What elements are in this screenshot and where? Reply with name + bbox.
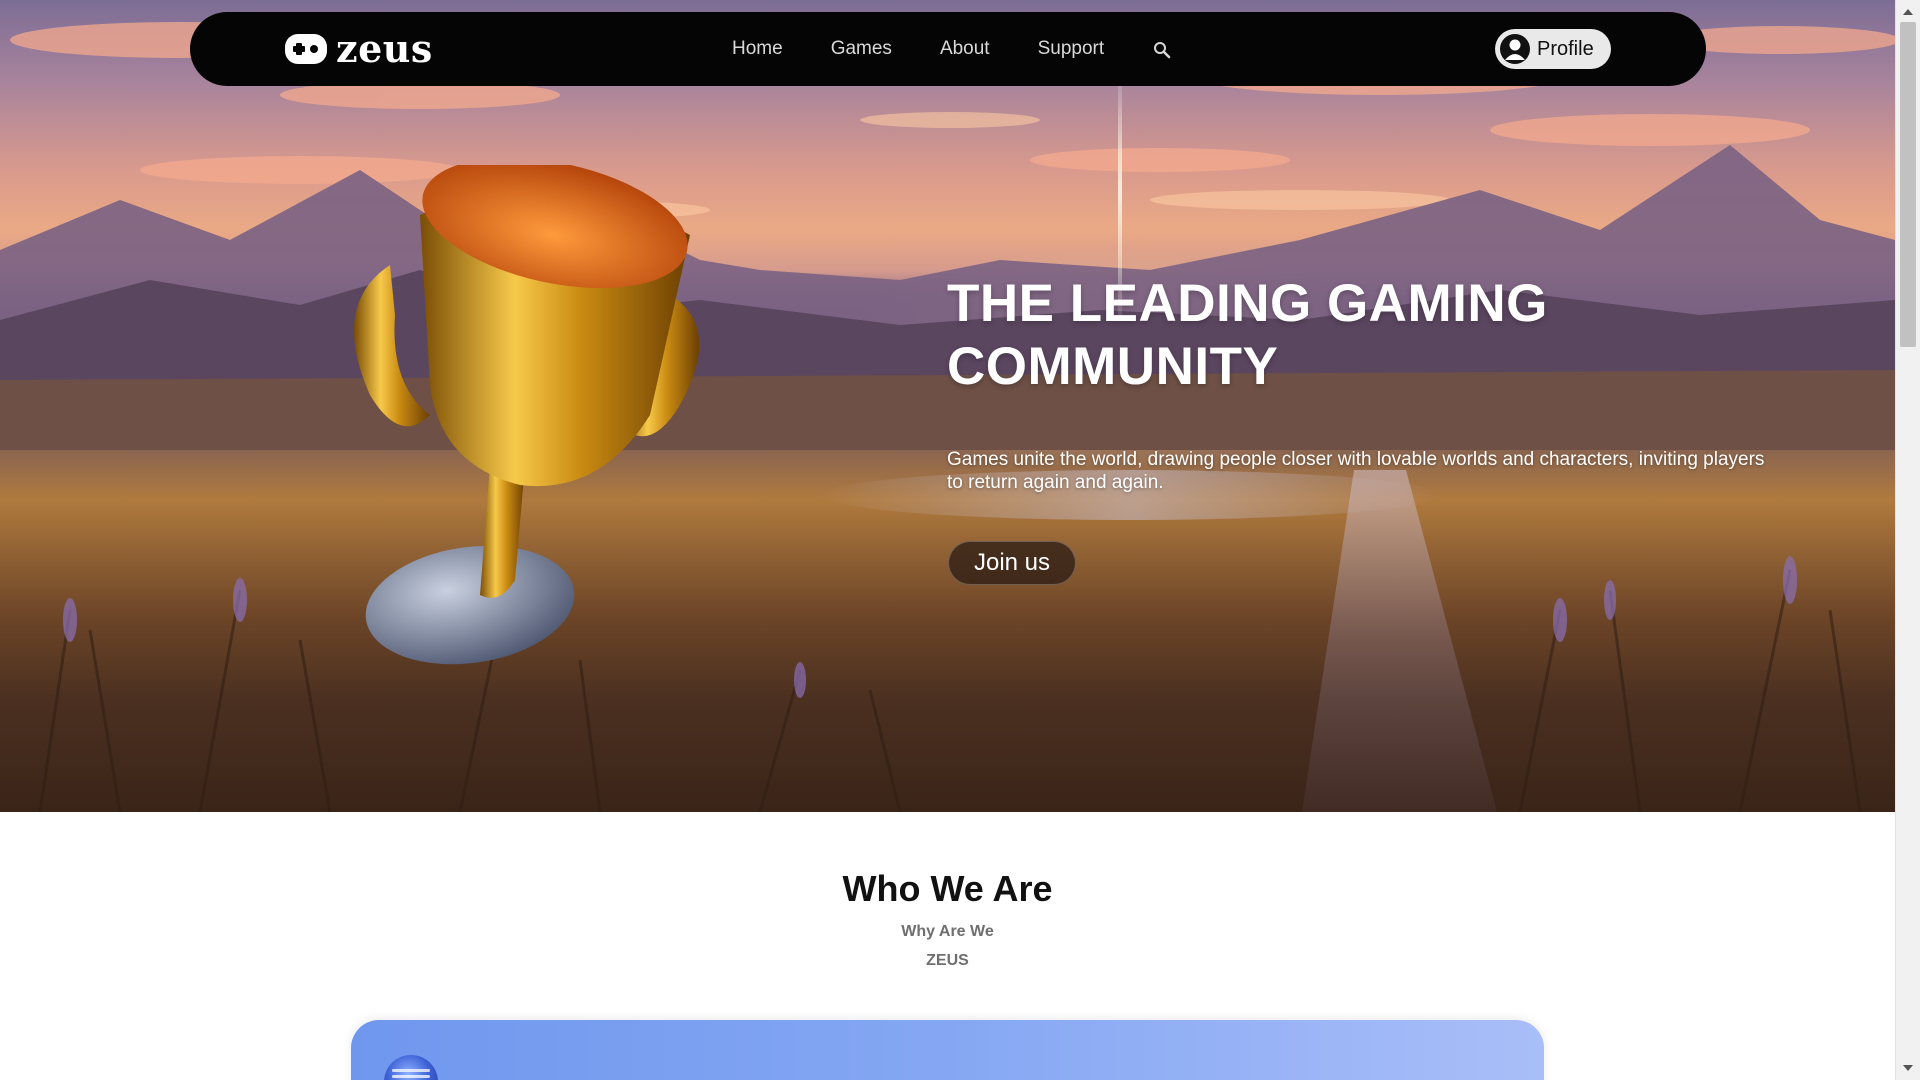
top-navbar: zeus Home Games About Support Profile (190, 12, 1706, 86)
hero-banner (0, 0, 1895, 812)
nav-link-support[interactable]: Support (1038, 38, 1105, 60)
search-icon[interactable] (1152, 40, 1172, 60)
hero-subtitle: Games unite the world, drawing people cl… (947, 449, 1765, 493)
scroll-up-icon[interactable] (1903, 9, 1913, 15)
hero-title: THE LEADING GAMING COMMUNITY (947, 274, 1548, 396)
section-title: Who We Are (842, 868, 1053, 909)
vertical-scrollbar[interactable] (1895, 0, 1920, 1080)
profile-label: Profile (1537, 37, 1594, 60)
scroll-down-icon[interactable] (1903, 1065, 1913, 1071)
nav-link-games[interactable]: Games (831, 38, 892, 60)
profile-button[interactable]: Profile (1495, 29, 1611, 69)
gamepad-logo-icon (285, 34, 327, 64)
trophy-image (354, 165, 700, 665)
grass-field (38, 556, 1862, 812)
brand-logo[interactable]: zeus (284, 28, 433, 70)
scroll-thumb[interactable] (1900, 22, 1916, 347)
nav-link-about[interactable]: About (940, 38, 990, 60)
section-brand-label: ZEUS (926, 952, 969, 969)
user-avatar-icon (1500, 34, 1530, 64)
feature-card (351, 1020, 1544, 1080)
nav-link-home[interactable]: Home (732, 38, 783, 60)
nav-links: Home Games About Support (732, 12, 1172, 86)
join-us-button[interactable]: Join us (948, 541, 1076, 585)
section-subtitle: Why Are We (901, 923, 994, 940)
brand-name: zeus (336, 26, 433, 71)
